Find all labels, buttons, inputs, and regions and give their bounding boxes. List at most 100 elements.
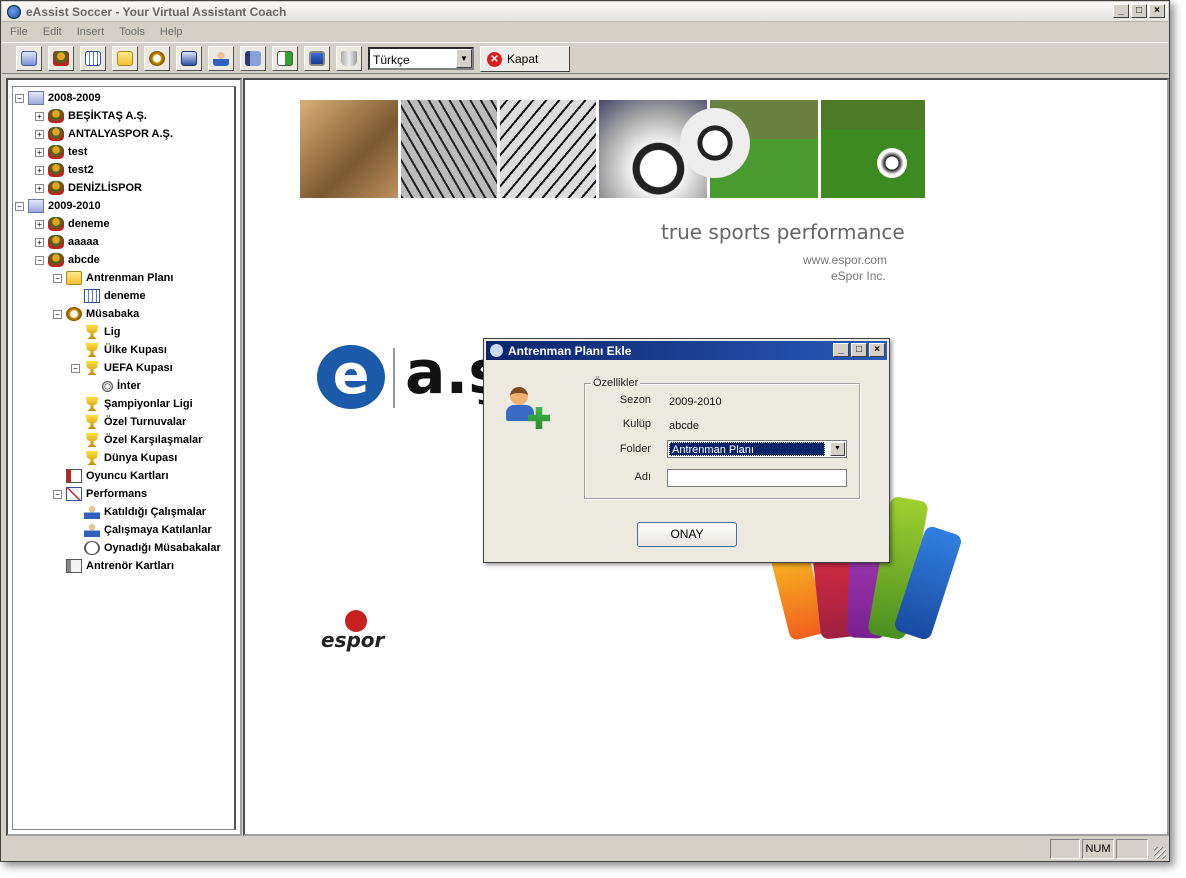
expand-icon[interactable]: + (35, 111, 44, 121)
kapat-button-label: Kapat (507, 52, 539, 66)
dialog-maximize-button[interactable]: □ (851, 343, 867, 357)
collapse-icon[interactable]: − (53, 273, 62, 283)
expand-icon[interactable]: + (35, 129, 44, 139)
window-title: eAssist Soccer - Your Virtual Assistant … (26, 5, 287, 19)
tree-node[interactable]: Şampiyonlar Ligi (71, 395, 193, 413)
tree-node[interactable]: deneme (71, 287, 146, 305)
tree-node[interactable]: + test (35, 143, 88, 161)
expand-icon[interactable]: + (35, 183, 44, 193)
tree-node-label: test (68, 146, 88, 158)
expand-icon[interactable]: + (35, 219, 44, 229)
collapse-icon[interactable]: − (15, 93, 24, 103)
language-select[interactable]: Türkçe ▼ (368, 47, 474, 70)
tree-node[interactable]: − Performans (53, 485, 147, 503)
dialog-title-bar[interactable]: Antrenman Planı Ekle _ □ × (486, 341, 887, 360)
toolbar-grid-calendar-button[interactable] (80, 46, 106, 71)
tree-node-label: Lig (104, 326, 121, 338)
collapse-icon[interactable]: − (35, 255, 44, 265)
toolbar: Türkçe ▼ ✕ Kapat (2, 42, 1168, 74)
tree-node[interactable]: Lig (71, 323, 121, 341)
resize-grip[interactable] (1154, 847, 1166, 859)
menu-help[interactable]: Help (160, 23, 183, 41)
folder-select[interactable]: Antrenman Planı ▼ (667, 440, 847, 458)
minimize-button[interactable]: _ (1113, 4, 1129, 18)
trophy-icon (85, 361, 99, 375)
tree-node[interactable]: Özel Karşılaşmalar (71, 431, 202, 449)
toolbar-trash-button[interactable] (336, 46, 362, 71)
close-window-button[interactable]: × (1149, 4, 1165, 18)
title-bar[interactable]: eAssist Soccer - Your Virtual Assistant … (2, 2, 1168, 22)
tree-node[interactable]: İnter (89, 377, 141, 395)
tree-node-label: aaaaa (68, 236, 99, 248)
menu-insert[interactable]: Insert (77, 23, 105, 41)
export-icon (277, 51, 293, 66)
toolbar-player-button[interactable] (208, 46, 234, 71)
player-icon (213, 51, 229, 66)
toolbar-folder-button[interactable] (112, 46, 138, 71)
tree-node[interactable]: − 2008-2009 (15, 89, 101, 107)
tree-node[interactable]: − abcde (35, 251, 100, 269)
dialog-close-button[interactable]: × (869, 343, 885, 357)
expand-icon[interactable]: + (35, 237, 44, 247)
tree-node[interactable]: − Müsabaka (53, 305, 139, 323)
tree-node[interactable]: Ülke Kupası (71, 341, 167, 359)
monitor-icon (309, 51, 325, 66)
tree-node[interactable]: Oyuncu Kartları (53, 467, 169, 485)
navigation-tree[interactable]: − 2008-2009 + BEŞİKTAŞ A.Ş. + ANTALYASPOR A.Ş… (6, 78, 242, 836)
tagline: true sports performance (661, 220, 905, 244)
expand-icon[interactable]: + (35, 165, 44, 175)
tree-node[interactable]: + DENİZLİSPOR (35, 179, 142, 197)
espor-logo-text: espor (321, 628, 385, 652)
tree-node[interactable]: + ANTALYASPOR A.Ş. (35, 125, 173, 143)
tree-node-label: abcde (68, 254, 100, 266)
properties-group: Özellikler Sezon 2009-2010 Kulüp abcde F… (584, 377, 860, 499)
tree-node[interactable]: + aaaaa (35, 233, 99, 251)
season-icon (28, 199, 44, 213)
trophy-icon (85, 433, 99, 447)
toolbar-monitor-button[interactable] (304, 46, 330, 71)
chevron-down-icon[interactable]: ▼ (456, 49, 472, 68)
folder-chevron-down-icon[interactable]: ▼ (830, 442, 845, 456)
tree-node[interactable]: Katıldığı Çalışmalar (71, 503, 206, 521)
toolbar-club-button[interactable] (48, 46, 74, 71)
tree-node[interactable]: + test2 (35, 161, 94, 179)
tree-node[interactable]: Dünya Kupası (71, 449, 177, 467)
menu-edit[interactable]: Edit (43, 23, 62, 41)
tree-node-label: Oyuncu Kartları (86, 470, 169, 482)
tree-node[interactable]: Antrenör Kartları (53, 557, 174, 575)
collapse-icon[interactable]: − (53, 309, 62, 319)
collapse-icon[interactable]: − (15, 201, 24, 211)
dialog-title: Antrenman Planı Ekle (508, 344, 632, 358)
tree-node[interactable]: − UEFA Kupası (71, 359, 173, 377)
menu-tools[interactable]: Tools (119, 23, 145, 41)
maximize-button[interactable]: □ (1131, 4, 1147, 18)
close-circle-icon: ✕ (487, 51, 502, 67)
collapse-icon[interactable]: − (71, 363, 80, 373)
toolbar-stopwatch-button[interactable] (144, 46, 170, 71)
tree-node-label: Özel Karşılaşmalar (104, 434, 203, 446)
trophy-icon (85, 415, 99, 429)
tree-node[interactable]: Özel Turnuvalar (71, 413, 186, 431)
tree-node[interactable]: − 2009-2010 (15, 197, 101, 215)
toolbar-schedule-button[interactable] (176, 46, 202, 71)
trophy-icon (85, 343, 99, 357)
expand-icon[interactable]: + (35, 147, 44, 157)
kapat-button[interactable]: ✕ Kapat (480, 46, 570, 72)
tree-node-label: Katıldığı Çalışmalar (104, 506, 207, 518)
onay-button[interactable]: ONAY (637, 522, 737, 547)
sezon-label: Sezon (619, 394, 651, 406)
menu-file[interactable]: File (10, 23, 28, 41)
dialog-minimize-button[interactable]: _ (833, 343, 849, 357)
collapse-icon[interactable]: − (53, 489, 62, 499)
tree-node[interactable]: Oynadığı Müsabakalar (71, 539, 221, 557)
tree-node-label: Çalışmaya Katılanlar (104, 524, 212, 536)
tree-node[interactable]: + BEŞİKTAŞ A.Ş. (35, 107, 147, 125)
adi-input[interactable] (667, 469, 847, 487)
club-icon (48, 145, 64, 159)
tree-node[interactable]: − Antrenman Planı (53, 269, 173, 287)
toolbar-export-button[interactable] (272, 46, 298, 71)
tree-node[interactable]: Çalışmaya Katılanlar (71, 521, 212, 539)
toolbar-calendar-check-button[interactable] (16, 46, 42, 71)
tree-node[interactable]: + deneme (35, 215, 110, 233)
toolbar-notebook-button[interactable] (240, 46, 266, 71)
